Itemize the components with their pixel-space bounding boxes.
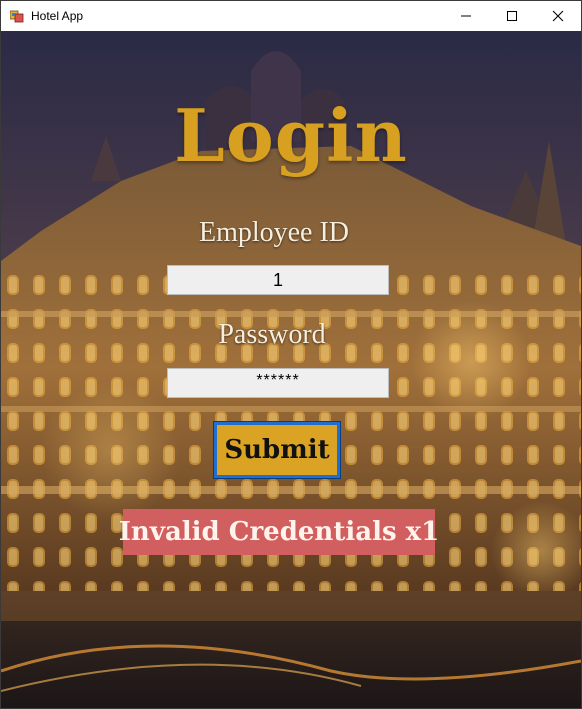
password-input[interactable]: ****** <box>167 368 389 398</box>
employee-id-label: Employee ID <box>198 217 350 248</box>
close-button[interactable] <box>535 1 581 31</box>
maximize-icon <box>507 11 517 21</box>
password-label: Password <box>218 319 326 350</box>
error-message: Invalid Credentials x1 <box>119 509 439 555</box>
title-bar[interactable]: Hotel App <box>1 1 581 31</box>
employee-id-input[interactable]: 1 <box>167 265 389 295</box>
maximize-button[interactable] <box>489 1 535 31</box>
window-title: Hotel App <box>31 9 84 23</box>
login-screen: Login Employee ID 1 Password ****** Subm… <box>1 31 581 708</box>
submit-button[interactable]: Submit <box>213 421 341 479</box>
hotel-app-icon <box>10 10 24 23</box>
login-title: Login <box>174 93 408 178</box>
minimize-button[interactable] <box>443 1 489 31</box>
close-icon <box>552 10 564 22</box>
app-window: Hotel App Login Employee ID 1 Password *… <box>0 0 582 709</box>
minimize-icon <box>461 15 471 17</box>
